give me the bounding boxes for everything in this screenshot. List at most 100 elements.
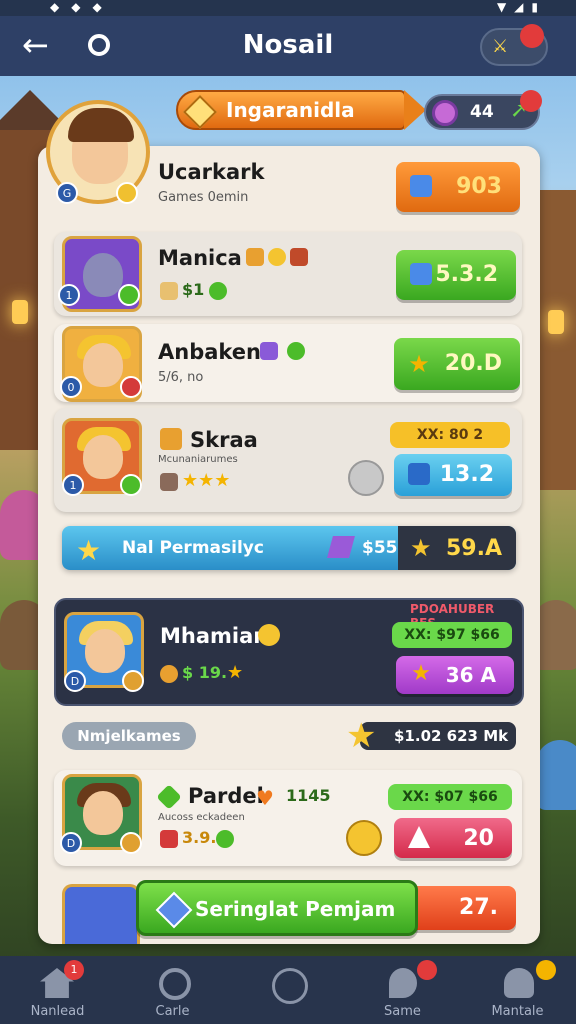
player-stats: $1 — [160, 280, 231, 300]
player-subtitle: Games 0emin — [158, 190, 249, 205]
avatar-face — [83, 253, 123, 297]
list-item[interactable]: 1 Manica $1 5.3.2 — [54, 232, 522, 316]
star-rating: ★★★ — [160, 470, 230, 491]
level-badge-icon: 1 — [62, 474, 84, 496]
status-bar: ◆◆◆ ▼◢▮ — [0, 0, 576, 16]
star-icon: ★ — [346, 716, 377, 756]
status-icons-right: ▼◢▮ — [496, 0, 546, 14]
bottom-nav: 1 Nanlead Carle Same Mantale — [0, 956, 576, 1024]
level-badge-icon: D — [60, 832, 82, 854]
chest-icon — [408, 463, 430, 485]
score-button[interactable]: 27. — [404, 886, 516, 930]
score-pill: XX: $07 $66 — [388, 784, 512, 810]
coin-icon[interactable] — [346, 820, 382, 856]
level-badge-icon: 1 — [58, 284, 80, 306]
level-badge-icon: G — [56, 182, 78, 204]
event-ribbon[interactable]: Ingaranidla — [176, 90, 426, 130]
score-pill: XX: $97 $66 — [392, 622, 512, 648]
chest-icon — [410, 263, 432, 285]
app-bar: ← Nosail ⚔ — [0, 16, 576, 76]
flag-icon — [327, 536, 355, 558]
star-icon: ★ — [408, 350, 430, 378]
score-button[interactable]: ★ 20.D — [394, 338, 520, 390]
profile-icon — [504, 968, 534, 998]
avatar-face — [83, 791, 123, 835]
level-badge-icon: D — [64, 670, 86, 692]
avatar-face — [85, 629, 125, 673]
player-value: 1145 — [286, 786, 331, 805]
nav-item-center[interactable] — [230, 956, 345, 1024]
score-button[interactable]: ★ 36 A — [396, 656, 514, 694]
emote-icon — [118, 284, 140, 306]
lamp-right — [548, 310, 564, 334]
coin-icon — [432, 100, 458, 126]
star-icon: ★ — [410, 534, 432, 562]
list-item[interactable]: D Pardel ♥ 1145 Aucoss eckadeen 3.9. XX:… — [54, 770, 522, 866]
coins-badge-icon — [520, 90, 542, 112]
player-stats: Mcunaniarumes — [158, 454, 238, 465]
avatar-hair — [68, 108, 134, 142]
player-name: Skraa — [190, 428, 258, 452]
sword-icon: ⚔ — [492, 36, 509, 57]
level-badge-icon: 0 — [60, 376, 82, 398]
score-button[interactable]: 5.3.2 — [396, 250, 516, 300]
gem-icon — [156, 783, 182, 810]
status-icons-left: ◆◆◆ — [50, 0, 114, 14]
avatar-face — [83, 343, 123, 387]
star-icon: ★ — [76, 534, 102, 567]
search-icon — [159, 968, 191, 1000]
avatar-face — [83, 435, 123, 479]
section-label: Nmjelkames — [62, 722, 196, 750]
nav-item-games[interactable]: Same — [345, 956, 460, 1024]
list-item[interactable]: 1 Skraa Mcunaniarumes ★★★ XX: 80 2 13.2 — [54, 408, 522, 512]
coin-toggle-icon[interactable] — [348, 460, 384, 496]
rocket-icon — [389, 968, 417, 998]
emote-icon — [258, 624, 280, 646]
score-pill: XX: 80 2 — [390, 422, 510, 448]
chest-icon — [160, 428, 186, 450]
player-stats: $ 19.★ — [160, 662, 243, 683]
nav-item-home[interactable]: 1 Nanlead — [0, 956, 115, 1024]
badge-icons — [246, 246, 312, 266]
emote-icon — [120, 376, 142, 398]
nav-item-profile[interactable]: Mantale — [460, 956, 575, 1024]
side-character-right-2 — [536, 740, 576, 810]
coins-value: 44 — [470, 102, 494, 122]
special-score[interactable]: ★ 59.A — [398, 526, 516, 570]
cta-button[interactable]: Seringlat Pemjam — [136, 880, 418, 936]
player-name: Pardel — [188, 784, 264, 808]
nav-item-search[interactable]: Carle — [115, 956, 230, 1024]
lamp-left — [12, 300, 28, 324]
special-label: Nal Permasilyc — [122, 538, 264, 558]
featured-player-card[interactable]: D Mhamian $ 19.★ PDOAHUBER BES XX: $97 $… — [54, 598, 524, 706]
special-offer-bar[interactable]: ★ Nal Permasilyc $5500R ★ 59.A — [62, 526, 516, 570]
player-name: Anbaken — [158, 340, 262, 364]
emote-icon — [122, 670, 144, 692]
player-name: Ucarkark — [158, 160, 265, 184]
nav-badge-icon — [417, 960, 437, 980]
player-stats: 5/6, no — [158, 370, 204, 385]
score-button[interactable]: 903 — [396, 162, 520, 212]
emote-icon — [120, 832, 142, 854]
compass-icon — [272, 968, 308, 1004]
arrow-icon — [408, 826, 430, 848]
event-ribbon-label: Ingaranidla — [226, 98, 355, 122]
rewards-badge-icon — [520, 24, 544, 48]
list-item[interactable]: 0 Anbaken 5/6, no ★ 20.D — [54, 324, 522, 402]
gem-icon — [155, 891, 193, 929]
section-value-box: ★ $1.02 623 Mk — [346, 716, 516, 756]
emote-icon — [116, 182, 138, 204]
heart-icon: ♥ — [256, 786, 274, 810]
player-subtitle: Aucoss eckadeen — [158, 812, 245, 823]
player-name: Mhamian — [160, 624, 269, 648]
chest-icon — [410, 175, 432, 197]
nav-badge-icon — [536, 960, 556, 980]
nav-badge: 1 — [64, 960, 84, 980]
score-button[interactable]: 13.2 — [394, 454, 512, 496]
player-stats: 3.9. — [160, 828, 238, 848]
gem-icon — [183, 95, 217, 129]
player-name: Manica — [158, 246, 242, 270]
avatar — [62, 884, 140, 944]
score-button[interactable]: 20 — [394, 818, 512, 858]
badge-icons — [260, 340, 309, 360]
